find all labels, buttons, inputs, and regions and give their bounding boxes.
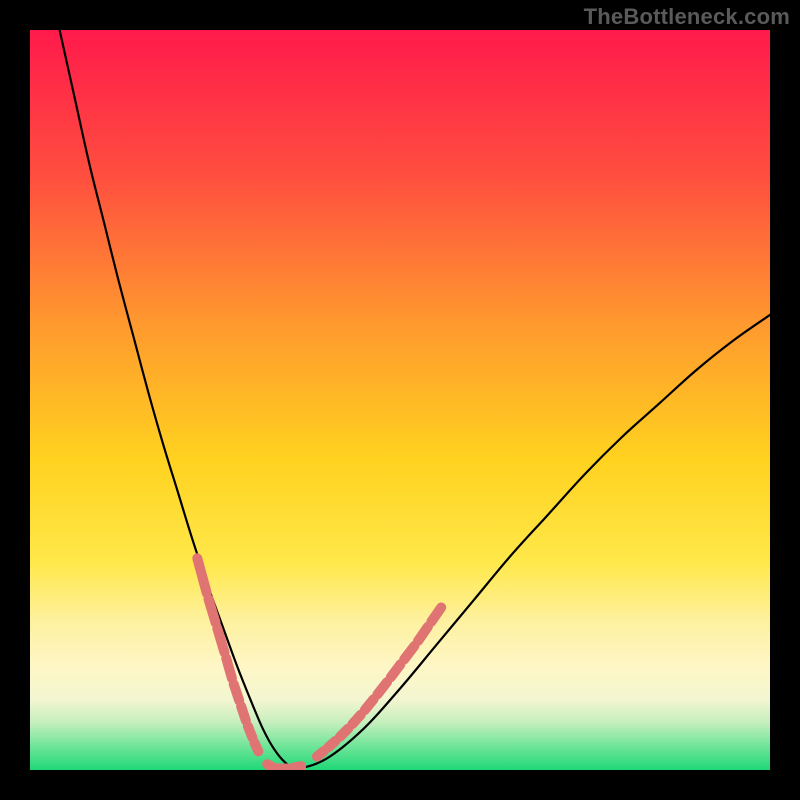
marker-segment — [234, 684, 240, 701]
marker-segment — [317, 751, 324, 757]
marker-segment — [217, 629, 224, 653]
marker-segment — [267, 764, 274, 767]
marker-segment — [328, 741, 336, 748]
marker-segment — [208, 599, 215, 623]
marker-segment — [255, 743, 259, 752]
bottleneck-chart — [30, 30, 770, 770]
marker-segment — [292, 766, 301, 768]
plot-area — [30, 30, 770, 770]
marker-segment — [241, 706, 246, 720]
chart-frame: TheBottleneck.com — [0, 0, 800, 800]
marker-segment — [226, 658, 232, 678]
watermark-text: TheBottleneck.com — [584, 4, 790, 30]
marker-segment — [352, 715, 361, 725]
marker-segment — [248, 726, 252, 737]
marker-segment — [365, 699, 374, 710]
marker-segment — [340, 728, 348, 736]
